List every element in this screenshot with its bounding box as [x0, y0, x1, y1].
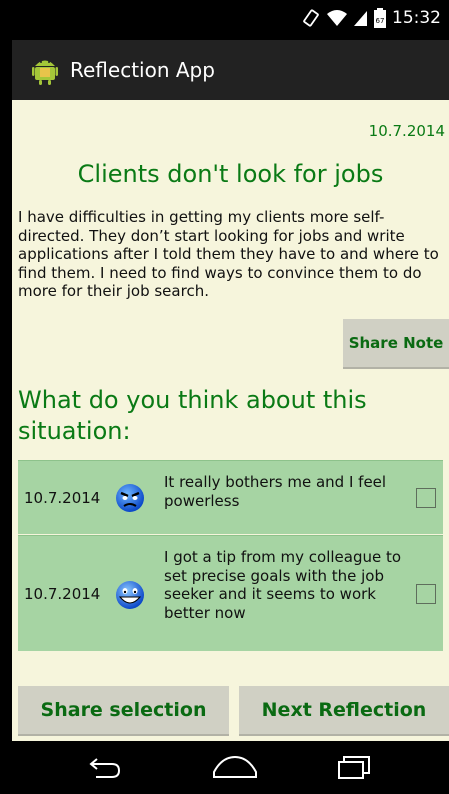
angry-face-icon — [116, 484, 144, 512]
share-selection-button[interactable]: Share selection — [18, 686, 229, 736]
status-bar: 67 15:32 — [12, 0, 449, 40]
note-date: 10.7.2014 — [368, 122, 445, 140]
wifi-icon — [327, 10, 347, 26]
rotation-icon — [303, 9, 319, 27]
reflection-text: I got a tip from my colleague to set pre… — [164, 548, 402, 622]
status-icons: 67 15:32 — [302, 8, 441, 28]
reflection-item[interactable]: 10.7.2014 I got a tip from my colleague … — [18, 535, 443, 652]
battery-icon: 67 — [374, 8, 386, 28]
navigation-bar — [12, 741, 449, 794]
note-body: I have difficulties in getting my client… — [18, 208, 439, 300]
back-icon[interactable] — [88, 755, 122, 779]
reflection-item[interactable]: 10.7.2014 It really bothers me and I fee… — [18, 460, 443, 535]
smiling-face-icon — [116, 581, 144, 609]
reflection-list: 10.7.2014 It really bothers me and I fee… — [18, 460, 443, 652]
recent-apps-icon[interactable] — [336, 755, 372, 779]
reflection-text: It really bothers me and I feel powerles… — [164, 473, 387, 510]
main-content: 10.7.2014 Clients don't look for jobs I … — [12, 100, 449, 741]
clock: 15:32 — [392, 8, 441, 28]
reflection-date: 10.7.2014 — [24, 489, 101, 507]
reflection-date: 10.7.2014 — [24, 585, 101, 603]
note-title: Clients don't look for jobs — [77, 160, 384, 188]
action-bar: Reflection App — [12, 40, 449, 100]
signal-icon — [354, 11, 367, 26]
reflection-checkbox[interactable] — [416, 488, 436, 508]
app-title: Reflection App — [70, 58, 215, 82]
home-icon[interactable] — [212, 755, 258, 779]
battery-level: 67 — [376, 17, 385, 25]
next-reflection-button[interactable]: Next Reflection — [239, 686, 449, 736]
reflection-checkbox[interactable] — [416, 584, 436, 604]
reflection-question: What do you think about this situation: — [18, 386, 367, 445]
share-note-button[interactable]: Share Note — [343, 319, 449, 369]
android-app-icon[interactable] — [32, 55, 58, 85]
